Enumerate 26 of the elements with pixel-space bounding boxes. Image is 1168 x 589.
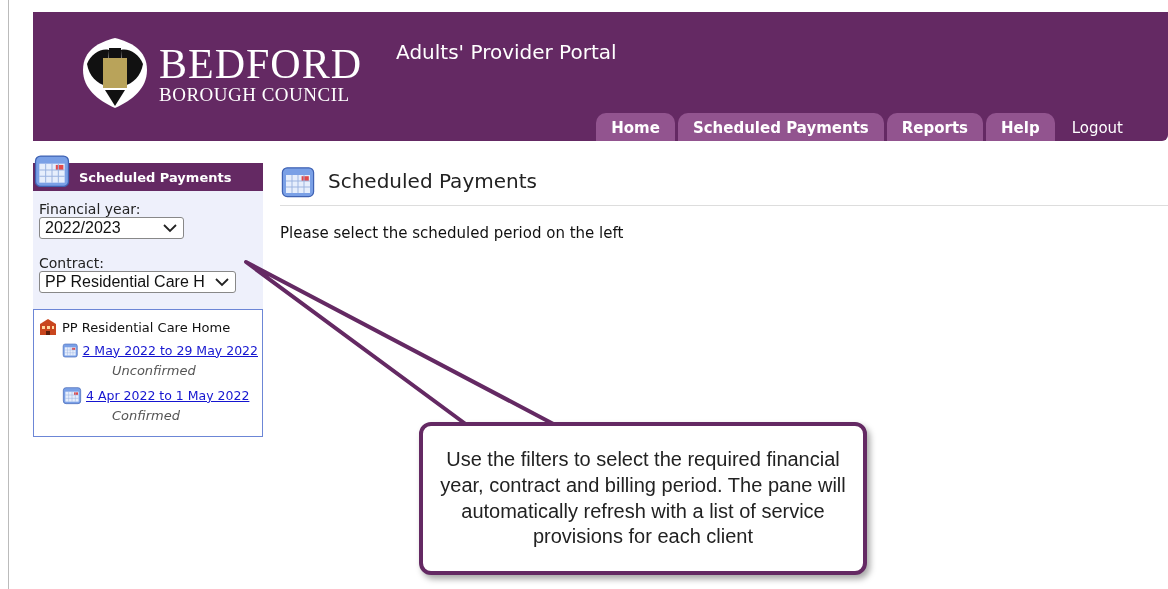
period-status: Confirmed: [112, 408, 181, 423]
chevron-icon: [215, 277, 229, 287]
field-label: Financial year:: [39, 201, 142, 217]
nav-tab[interactable]: Home: [596, 113, 675, 141]
logo-title: BEDFORD: [159, 42, 363, 85]
field-label: Contract:: [39, 255, 105, 271]
portal-title: Adults' Provider Portal: [396, 40, 617, 64]
chevron-icon: [163, 223, 177, 233]
page-title: Scheduled Payments: [328, 169, 537, 193]
period-status: Unconfirmed: [112, 363, 197, 378]
period-link[interactable]: 4 Apr 2022 to 1 May 2022: [86, 387, 250, 403]
nav-tab[interactable]: Reports: [886, 113, 984, 141]
calendar-icon: [62, 385, 82, 405]
nav-tab[interactable]: Help: [986, 113, 1055, 141]
building-icon: [38, 318, 58, 336]
contract-select[interactable]: PP Residential Care H: [39, 271, 236, 293]
sidebar-title: Scheduled Payments: [79, 169, 232, 185]
nav-tab[interactable]: Scheduled Payments: [677, 113, 884, 141]
tree-node[interactable]: PP Residential Care Home: [62, 319, 231, 335]
logo-subtitle: BOROUGH COUNCIL: [159, 84, 351, 104]
year-select[interactable]: 2022/2023: [39, 217, 184, 239]
instruction-text: Please select the scheduled period on the left: [280, 224, 625, 242]
logout-link[interactable]: Logout: [1057, 113, 1138, 141]
calendar-icon: [62, 340, 79, 360]
callout-text: Use the filters to select the required financial year, contract and billing period. The pane will automatically refresh with a list of service provisions for each client: [439, 447, 847, 550]
period-link[interactable]: 2 May 2022 to 29 May 2022: [82, 342, 258, 358]
